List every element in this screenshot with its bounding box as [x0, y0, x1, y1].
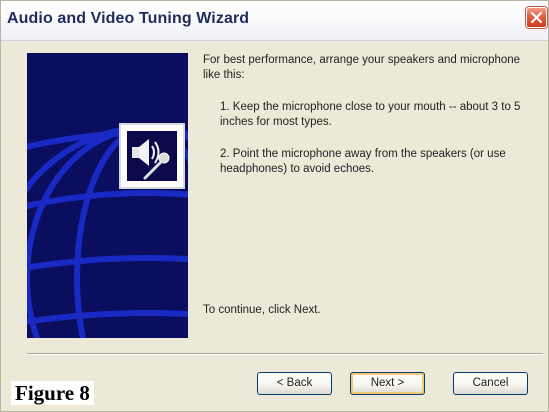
instruction-item-1: 1. Keep the microphone close to your mou… [220, 101, 521, 128]
figure-caption: Figure 8 [11, 381, 94, 405]
wizard-window: Audio and Video Tuning Wizard For best p… [0, 0, 549, 412]
separator [27, 353, 543, 355]
speaker-microphone-icon [132, 139, 170, 180]
cancel-button[interactable]: Cancel [453, 372, 528, 395]
globe-icon [27, 125, 188, 338]
wizard-side-panel [27, 53, 188, 338]
next-button[interactable]: Next > [350, 372, 425, 395]
intro-text: For best performance, arrange your speak… [203, 54, 521, 81]
illustration-frame [119, 123, 185, 189]
title-bar[interactable]: Audio and Video Tuning Wizard [1, 1, 548, 41]
instruction-item-2: 2. Point the microphone away from the sp… [220, 148, 506, 175]
back-button[interactable]: < Back [257, 372, 332, 395]
close-button[interactable] [526, 7, 547, 28]
close-icon [530, 11, 543, 24]
continue-text: To continue, click Next. [203, 304, 321, 316]
window-title: Audio and Video Tuning Wizard [7, 10, 250, 27]
